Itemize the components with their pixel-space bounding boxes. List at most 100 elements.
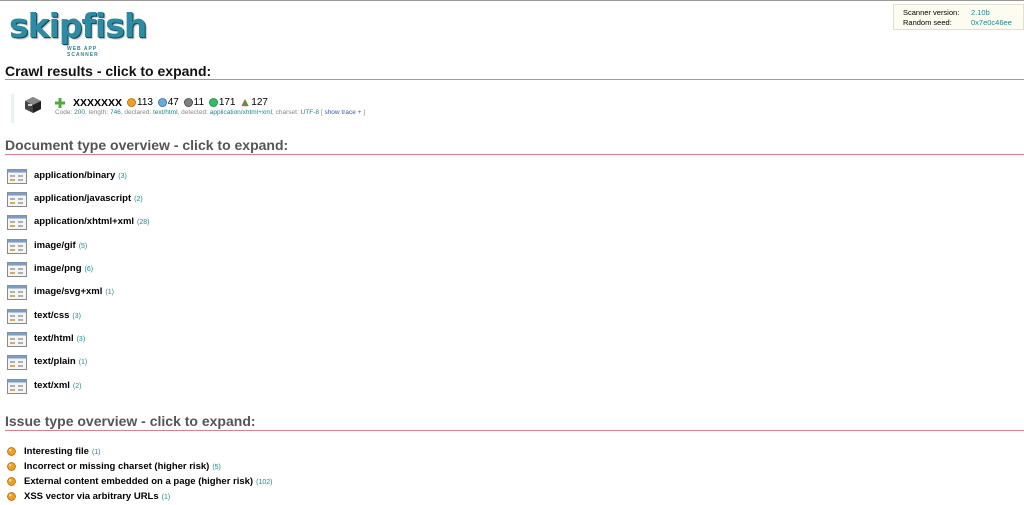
scanner-info-box: Scanner version: 2.10b Random seed: 0x7e0c… [893,4,1024,30]
doctype-name: text/css [34,310,70,321]
document-window-icon [7,262,27,277]
logo-wordmark: skipfish [9,6,147,45]
doctype-label: image/png (6) [34,263,93,274]
doctype-count: (6) [84,266,94,273]
doctype-name: image/gif [34,240,76,251]
node-count-value: 127 [251,97,268,108]
charset-value: UTF-8 [300,109,320,116]
doctype-count: (3) [76,336,86,343]
issue-name: External content embedded on a page (hig… [24,476,254,487]
doctype-label: text/html (3) [34,333,85,344]
warning-dot-icon [7,447,16,456]
high-risk-icon [127,98,136,107]
document-window-icon [7,285,27,300]
document-window-icon [7,192,27,207]
document-window-icon [7,169,27,184]
note-icon [208,98,218,107]
doctype-count: (2) [134,196,143,203]
scanner-version-value: 2.10b [971,8,990,17]
document-window-icon [7,332,27,347]
show-trace-link[interactable]: show trace + [324,109,361,116]
crawl-results-rule [5,79,1024,80]
issue-name: Interesting file [24,446,89,457]
logo-subtitle: WEB APP SCANNER [67,46,99,58]
doctype-count: (1) [105,289,114,296]
high-risk-count: 113 [127,97,153,108]
trace-bracket-close: ] [361,109,366,116]
doctype-label: text/css (3) [34,310,81,321]
doctype-count: (3) [118,173,127,180]
doctype-count: (3) [72,313,81,320]
low-risk-icon [157,98,167,107]
detected-value: application/xhtml+xml [209,109,273,116]
doctype-name: text/plain [34,356,76,367]
issue-count: (5) [212,464,221,471]
doctype-count: (1) [78,359,88,366]
document-window-icon [7,379,27,394]
crawl-host-name[interactable]: XXXXXXX [73,97,122,109]
doctype-name: image/svg+xml [34,286,103,297]
declared-value: text/html [152,109,178,116]
length-value: 746 [109,109,121,116]
note-count: 171 [208,97,236,108]
doctype-label: image/svg+xml (1) [34,286,114,297]
crawl-meta-line: Code: 200, length: 746, declared: text/h… [55,109,365,116]
node-count: 127 [240,97,268,108]
warning-dot-icon [7,477,16,486]
random-seed-label: Random seed: [903,18,952,27]
random-seed-row: Random seed: 0x7e0c46ee [903,18,1012,28]
skipfish-logo: skipfish WEB APP SCANNER [9,6,147,58]
doctype-name: application/javascript [34,193,132,204]
server-icon [25,97,41,113]
issue-label: Incorrect or missing charset (higher ris… [24,461,221,472]
issue-overview-rule [5,430,1024,431]
doctype-count: (28) [137,219,150,226]
doctype-count: (5) [78,243,88,250]
length-label: , length: [85,109,110,116]
note-count-value: 171 [218,97,236,108]
document-window-icon [7,309,27,324]
doctype-label: application/xhtml+xml (28) [34,216,150,227]
doctype-name: text/html [34,333,74,344]
document-window-icon [7,355,27,370]
random-seed-value: 0x7e0c46ee [971,18,1012,27]
node-icon [241,98,249,107]
code-value: 200 [74,109,86,116]
info-icon [183,98,193,107]
low-risk-count: 47 [157,97,179,108]
issue-counts: 113 47 11 171 127 [127,97,270,109]
doctype-overview-rule [5,154,1024,155]
issue-name: Incorrect or missing charset (higher ris… [24,461,210,472]
issue-label: External content embedded on a page (hig… [24,476,272,487]
doctype-label: image/gif (5) [34,240,87,251]
doctype-label: text/xml (2) [34,380,81,391]
issue-label: Interesting file (1) [24,446,101,457]
high-risk-count-value: 113 [137,97,153,108]
doctype-name: application/xhtml+xml [34,216,135,227]
code-label: Code: [55,109,75,116]
doctype-label: text/plain (1) [34,356,87,367]
issue-count: (1) [161,494,171,501]
expand-plus-icon[interactable] [55,98,65,108]
issue-count: (1) [91,449,101,456]
issue-label: XSS vector via arbitrary URLs (1) [24,491,170,502]
crawl-results-heading[interactable]: Crawl results - click to expand: [5,63,211,79]
warning-dot-icon [7,492,16,501]
issue-overview-heading[interactable]: Issue type overview - click to expand: [5,413,256,429]
scanner-version-label: Scanner version: [903,8,960,17]
doctype-label: application/binary (3) [34,170,127,181]
detected-label: , detected: [177,109,210,116]
document-window-icon [7,239,27,254]
low-risk-count-value: 47 [167,97,179,108]
warning-dot-icon [7,462,16,471]
issue-count: (102) [256,479,273,486]
top-border [0,0,1024,1]
document-window-icon [7,215,27,230]
doctype-label: application/javascript (2) [34,193,143,204]
doctype-overview-heading[interactable]: Document type overview - click to expand… [5,137,288,153]
doctype-name: image/png [34,263,82,274]
doctype-name: application/binary [34,170,116,181]
doctype-count: (2) [72,383,82,390]
charset-label: , charset: [272,109,301,116]
declared-label: , declared: [120,109,153,116]
